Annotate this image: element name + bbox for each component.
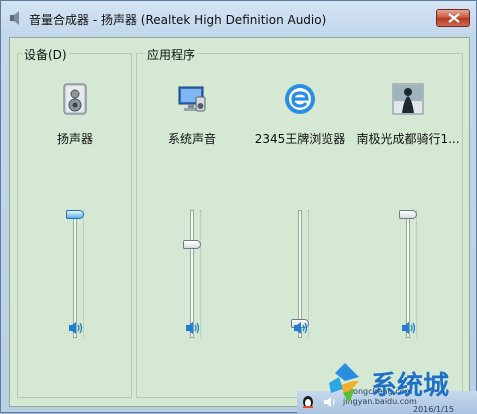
app-name: 系统声音 (167, 132, 216, 146)
slider-thumb[interactable] (66, 210, 84, 219)
app-name: 2345王牌浏览器 (254, 132, 346, 146)
browser-e-icon[interactable] (284, 83, 316, 115)
slider-ticks (83, 210, 90, 338)
watermark-text: 系统城 (371, 371, 450, 401)
app-volume-slider[interactable] (291, 210, 309, 338)
app-column-browser: 2345王牌浏览器 (244, 54, 356, 374)
slider-thumb[interactable] (183, 239, 201, 249)
slider-thumb[interactable] (399, 210, 417, 219)
app-volume-slider[interactable] (399, 210, 417, 338)
video-thumbnail-icon[interactable] (392, 83, 424, 115)
mute-speaker-icon[interactable] (67, 320, 85, 336)
device-group: 设备(D) 扬声器 (17, 46, 132, 398)
system-sounds-icon[interactable] (176, 83, 208, 115)
slider-ticks (200, 210, 207, 338)
windows-logo-icon (329, 363, 359, 403)
app-column-video: 南极光成都骑行1... (352, 54, 464, 374)
speaker-device-icon[interactable] (59, 83, 91, 115)
slider-track (73, 210, 77, 338)
title-bar[interactable]: 音量合成器 - 扬声器 (Realtek High Definition Aud… (1, 1, 477, 35)
slider-ticks (416, 210, 423, 338)
window-title: 音量合成器 - 扬声器 (Realtek High Definition Aud… (29, 13, 327, 27)
app-volume-slider[interactable] (183, 210, 201, 338)
device-name: 扬声器 (56, 132, 93, 146)
mute-speaker-icon[interactable] (292, 320, 310, 336)
qq-penguin-icon[interactable] (301, 395, 315, 409)
slider-track (190, 210, 194, 338)
volume-mixer-window: 音量合成器 - 扬声器 (Realtek High Definition Aud… (0, 0, 477, 414)
close-icon (448, 13, 460, 23)
mixer-panel: 设备(D) 扬声器 应用程序 系统声音 2345王牌浏览器 南极光成都骑行1..… (9, 37, 470, 407)
speaker-icon (10, 11, 19, 25)
applications-group: 应用程序 系统声音 2345王牌浏览器 南极光成都骑行1... (136, 46, 464, 398)
watermark-logo: 系统城 (323, 359, 473, 409)
device-volume-slider[interactable] (66, 210, 84, 338)
app-name: 南极光成都骑行1... (356, 132, 460, 146)
mute-speaker-icon[interactable] (400, 320, 418, 336)
device-column-speaker: 扬声器 (19, 54, 131, 374)
app-column-system-sounds: 系统声音 (136, 54, 248, 374)
close-button[interactable] (436, 9, 470, 27)
mute-speaker-icon[interactable] (184, 320, 202, 336)
slider-ticks (308, 210, 315, 338)
slider-track (406, 210, 410, 338)
